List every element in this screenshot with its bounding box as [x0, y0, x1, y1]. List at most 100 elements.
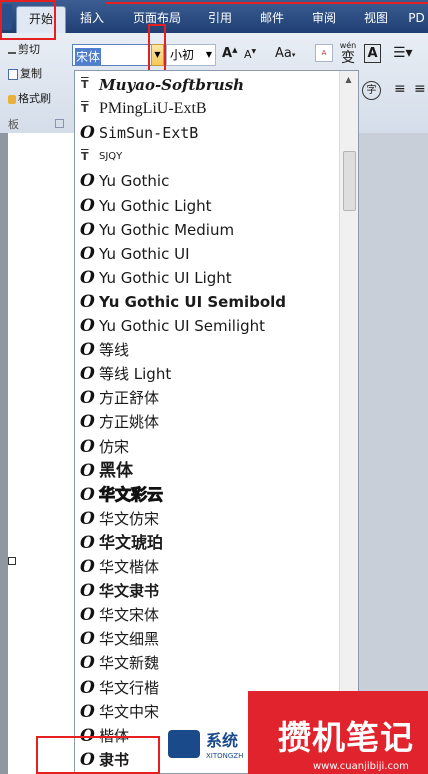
font-list-item[interactable]: O 华文琥珀	[75, 531, 341, 555]
tab-insert[interactable]: 插入	[70, 6, 114, 33]
font-list-item[interactable]: O 方正舒体	[75, 386, 341, 410]
opentype-font-icon: O	[80, 195, 95, 216]
cut-label: 剪切	[18, 43, 40, 56]
font-list-item[interactable]: O Yu Gothic Medium	[75, 218, 341, 242]
opentype-font-icon: O	[80, 581, 95, 602]
opentype-font-icon: O	[80, 605, 95, 626]
opentype-font-icon: O	[80, 316, 95, 336]
resize-handle[interactable]	[8, 557, 16, 565]
font-list-item-label: 华文楷体	[99, 558, 160, 576]
opentype-font-icon: O	[80, 412, 95, 433]
logo-icon	[168, 730, 200, 758]
font-list-item[interactable]: O 方正姚体	[75, 410, 341, 434]
font-list-item[interactable]: O 等线	[75, 338, 341, 362]
chevron-down-icon: ▼	[205, 50, 212, 59]
enclose-character-button[interactable]: 字	[362, 81, 381, 100]
opentype-font-icon: O	[80, 267, 95, 288]
font-list-item[interactable]: O SimSun-ExtB	[75, 121, 341, 145]
bullets-list-icon[interactable]: ☰▾	[393, 45, 413, 61]
font-list-item-label: Yu Gothic UI Semibold	[99, 292, 287, 311]
tab-references[interactable]: 引用	[198, 6, 242, 33]
font-list-item[interactable]: O Yu Gothic UI Semilight	[75, 314, 341, 338]
opentype-font-icon: O	[80, 677, 95, 698]
document-background	[359, 133, 428, 774]
font-list-item[interactable]: T Muyao-Softbrush	[75, 73, 341, 97]
character-border-button[interactable]: A	[364, 44, 381, 63]
truetype-font-icon: T	[81, 150, 89, 164]
font-list-item-label: 华文仿宋	[99, 509, 160, 528]
align-left-icon[interactable]: ≡	[394, 81, 406, 97]
font-list-item-label: Muyao-Softbrush	[99, 76, 245, 94]
font-list-item[interactable]: O Yu Gothic UI	[75, 242, 341, 266]
font-list-item[interactable]: O Yu Gothic Light	[75, 194, 341, 218]
font-size-value: 小初	[170, 48, 195, 62]
font-list-item[interactable]: T PMingLiU-ExtB	[75, 97, 341, 121]
opentype-font-icon: O	[80, 460, 95, 481]
font-list-item[interactable]: O 黑体	[75, 459, 341, 483]
font-list-item[interactable]: O 华文彩云	[75, 483, 341, 507]
font-dropdown-list[interactable]: T Muyao-Softbrush T PMingLiU-ExtB O SimSun-Ex…	[74, 70, 359, 774]
font-list-item-label: Yu Gothic Light	[99, 196, 212, 215]
grow-font-button[interactable]: A▲	[222, 46, 237, 61]
phonetic-guide-button[interactable]: wén 变	[338, 41, 358, 66]
tab-view[interactable]: 视图	[354, 6, 398, 33]
document-page[interactable]	[8, 133, 74, 774]
font-size-combobox[interactable]: 小初 ▼	[166, 44, 216, 66]
font-list-item[interactable]: O 华文宋体	[75, 603, 341, 627]
font-list-item[interactable]: O 华文仿宋	[75, 507, 341, 531]
watermark-logo-sub: XITONGZH	[206, 752, 244, 760]
font-list-item[interactable]: O 华文细黑	[75, 627, 341, 651]
truetype-font-icon: T	[81, 102, 89, 116]
change-case-button[interactable]: Aa▾	[275, 46, 295, 61]
highlight-top-bar	[106, 0, 428, 4]
change-case-label: Aa	[275, 46, 292, 61]
font-list-item[interactable]: O Yu Gothic UI Semibold	[75, 290, 341, 314]
font-list-item[interactable]: O 华文楷体	[75, 555, 341, 579]
font-list-item-label: Yu Gothic Medium	[99, 220, 235, 239]
opentype-font-icon: O	[80, 388, 95, 409]
font-list-item[interactable]: O 华文新魏	[75, 651, 341, 675]
format-painter-button[interactable]: 格式刷	[8, 90, 51, 106]
shrink-font-button[interactable]: A▼	[244, 48, 256, 61]
font-list-item-label: 黑体	[99, 460, 133, 481]
opentype-font-icon: O	[80, 629, 95, 650]
phonetic-char-label: 变	[341, 50, 355, 66]
watermark-brand: 攒机笔记 www.cuanjibiji.com	[248, 691, 428, 774]
tab-mailings[interactable]: 邮件	[250, 6, 294, 33]
clear-format-icon[interactable]: A	[315, 44, 333, 62]
font-list-item-label: 等线	[99, 341, 130, 360]
tab-review[interactable]: 审阅	[302, 6, 346, 33]
font-list-item-label: 华文细黑	[99, 630, 160, 649]
watermark-logo: 系统 XITONGZH	[150, 722, 260, 774]
copy-icon	[8, 68, 18, 80]
font-list-item[interactable]: O 华文隶书	[75, 579, 341, 603]
scroll-thumb[interactable]	[343, 151, 356, 211]
opentype-font-icon: O	[80, 436, 95, 457]
font-list-item[interactable]: O 等线 Light	[75, 362, 341, 386]
align-center-icon[interactable]: ≡	[414, 81, 426, 97]
font-list-item-label: Yu Gothic	[99, 172, 170, 191]
scroll-up-icon[interactable]: ▲	[342, 75, 355, 89]
font-list-item[interactable]: T SJQY	[75, 145, 341, 169]
tab-pdf[interactable]: PD	[405, 6, 428, 33]
font-list-item[interactable]: O Yu Gothic UI Light	[75, 266, 341, 290]
font-list-item-label: SimSun-ExtB	[99, 124, 199, 143]
highlight-last-font	[36, 736, 160, 774]
grow-font-label: A	[222, 46, 233, 61]
font-list-scrollbar[interactable]: ▲ ▼	[339, 71, 358, 773]
cut-button[interactable]: 剪切	[8, 41, 40, 57]
opentype-font-icon: O	[80, 291, 95, 312]
font-list-item[interactable]: O 仿宋	[75, 435, 341, 459]
font-list-item-label: 等线 Light	[99, 365, 172, 384]
opentype-font-icon: O	[80, 557, 95, 577]
font-list-item-label: 仿宋	[99, 437, 130, 456]
copy-label: 复制	[20, 67, 42, 80]
copy-button[interactable]: 复制	[8, 65, 42, 81]
font-list-item-label: 方正姚体	[99, 413, 160, 432]
watermark-brand-text: 攒机笔记	[278, 718, 414, 757]
opentype-font-icon: O	[80, 532, 95, 553]
clipboard-launcher-icon[interactable]	[55, 119, 64, 128]
font-list-item[interactable]: O Yu Gothic	[75, 169, 341, 193]
character-border-label: A	[367, 46, 378, 61]
opentype-font-icon: O	[80, 123, 95, 144]
